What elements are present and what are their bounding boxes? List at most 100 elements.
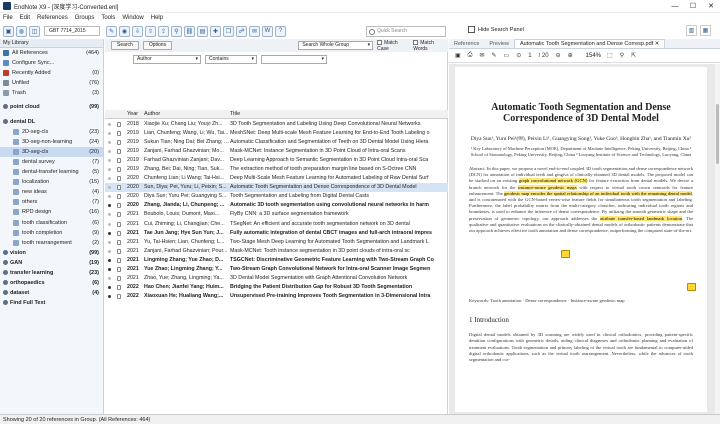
- attachment-column-icon[interactable]: [113, 110, 127, 118]
- word-icon[interactable]: W: [262, 25, 273, 37]
- local-library-icon[interactable]: ▣: [3, 25, 14, 37]
- group-item-0[interactable]: All References (464): [0, 48, 103, 58]
- table-row[interactable]: 2020 Diya Sun; Yuru Pei; Guangying S... To…: [105, 192, 448, 201]
- import-icon[interactable]: ⇧: [145, 25, 156, 37]
- read-status-icon[interactable]: [105, 283, 113, 292]
- read-status-icon[interactable]: [105, 120, 113, 129]
- group-set-20[interactable]: GAN (19): [0, 258, 103, 268]
- close-button[interactable]: ✕: [702, 0, 720, 13]
- group-item-16[interactable]: tooth classification (6): [0, 218, 103, 228]
- group-item-1[interactable]: Configure Sync...: [0, 58, 103, 68]
- read-status-icon[interactable]: [105, 201, 113, 210]
- search-term-input[interactable]: [261, 54, 327, 64]
- table-row[interactable]: 2019 Sukun Tian; Ning Dai; Bei Zhang; F..…: [105, 138, 448, 147]
- tab-pdf[interactable]: Automatic Tooth Segmentation and Dense C…: [513, 39, 666, 48]
- group-set-22[interactable]: orthopaedics (6): [0, 278, 103, 288]
- read-status-icon[interactable]: [105, 220, 113, 229]
- group-set-21[interactable]: transfer learning (23): [0, 268, 103, 278]
- table-row[interactable]: 2019 Farhad Ghazvinian Zanjani; Dav... Dee…: [105, 156, 448, 165]
- group-set-19[interactable]: vision (99): [0, 248, 103, 258]
- online-search-globe-icon[interactable]: ◉: [119, 25, 130, 37]
- table-row[interactable]: 2021 Zhao, Yue; Zhang, Lingming; Ya... 3D …: [105, 274, 448, 283]
- group-set-5[interactable]: point cloud (99): [0, 102, 103, 112]
- export-icon[interactable]: ⇪: [158, 25, 169, 37]
- online-search-icon[interactable]: ◍: [16, 25, 27, 37]
- download-icon[interactable]: ⇩: [132, 25, 143, 37]
- group-item-14[interactable]: others (7): [0, 197, 103, 207]
- read-status-icon[interactable]: [105, 174, 113, 183]
- fit-page-icon[interactable]: ⬚: [607, 52, 613, 59]
- read-status-icon[interactable]: [105, 265, 113, 274]
- match-case-checkbox[interactable]: [377, 39, 383, 45]
- group-item-7[interactable]: 2D-seg-cls (23): [0, 127, 103, 137]
- sticky-note-icon[interactable]: [561, 250, 570, 258]
- table-row[interactable]: 2019 Lian, Chunfeng; Wang, Li; Wu, Tai...…: [105, 129, 448, 138]
- group-item-9[interactable]: 3D-seg-cls (20): [0, 146, 103, 157]
- open-external-icon[interactable]: ⇱: [631, 52, 636, 59]
- table-row[interactable]: 2020 Chunfeng Lian; Li Wang; Tai-Hsi... De…: [105, 174, 448, 183]
- hide-search-panel-button[interactable]: Hide Search Panel: [468, 26, 524, 33]
- layout-split-icon[interactable]: ▦: [700, 25, 711, 36]
- scrollbar-thumb[interactable]: [716, 104, 719, 164]
- search-button[interactable]: Search: [111, 41, 139, 50]
- group-item-11[interactable]: dental-transfer learning (5): [0, 167, 103, 177]
- read-status-icon[interactable]: [105, 192, 113, 201]
- table-row[interactable]: 2020 Zhang, Jianda; Li, Chunpeng; ... Auto…: [105, 201, 448, 210]
- maximize-button[interactable]: ☐: [684, 0, 702, 13]
- operator-select[interactable]: Contains: [205, 54, 257, 64]
- read-status-icon[interactable]: [105, 129, 113, 138]
- read-status-icon[interactable]: [105, 274, 113, 283]
- table-row[interactable]: 2022 Xiaoxuan He; Hualiang Wang;... Unsupe…: [105, 292, 448, 301]
- share-icon[interactable]: ☍: [236, 25, 247, 37]
- zoom-in-icon[interactable]: ⊕: [568, 52, 573, 59]
- group-item-17[interactable]: tooth completion (9): [0, 228, 103, 238]
- sticky-note-icon[interactable]: [687, 283, 696, 291]
- read-status-icon[interactable]: [105, 238, 113, 247]
- page-number[interactable]: 1: [528, 53, 531, 59]
- read-status-icon[interactable]: [105, 147, 113, 156]
- open-file-icon[interactable]: ▤: [197, 25, 208, 37]
- print-icon[interactable]: ⎙: [468, 52, 473, 59]
- prev-page-icon[interactable]: ⊙: [516, 52, 521, 59]
- email-pdf-icon[interactable]: ✉: [479, 52, 484, 59]
- group-item-3[interactable]: Unfiled (76): [0, 78, 103, 88]
- note-icon[interactable]: ▭: [504, 52, 510, 59]
- read-status-icon[interactable]: [105, 256, 113, 265]
- menu-window[interactable]: Window: [122, 15, 143, 21]
- add-group-icon[interactable]: ❐: [223, 25, 234, 37]
- table-row[interactable]: 2020 Sun, Diya; Pei, Yuru; Li, Peixin; S.…: [105, 183, 448, 193]
- read-status-icon[interactable]: [105, 156, 113, 165]
- table-row[interactable]: 2021 Boubolo, Louis; Dumont, Maxi... FlyBy…: [105, 210, 448, 219]
- integrated-library-icon[interactable]: ◫: [29, 25, 40, 37]
- table-row[interactable]: 2021 Tae Jun Jang; Hye Sun Yun; J... Fully…: [105, 229, 448, 238]
- find-icon[interactable]: ⚲: [620, 52, 624, 59]
- tab-preview[interactable]: Preview: [484, 40, 514, 48]
- read-status-icon[interactable]: [105, 138, 113, 147]
- read-status-icon[interactable]: [105, 183, 113, 192]
- group-item-13[interactable]: new ideas (4): [0, 187, 103, 197]
- menu-tools[interactable]: Tools: [101, 15, 115, 21]
- layout-icon[interactable]: ▥: [686, 25, 697, 36]
- menu-groups[interactable]: Groups: [75, 15, 95, 21]
- match-words-checkbox[interactable]: [413, 39, 419, 45]
- tab-reference[interactable]: Reference: [449, 40, 484, 48]
- table-row[interactable]: 2018 Xiaojie Xu; Chang Liu; Youyi Zh... 3D…: [105, 120, 448, 129]
- open-link-icon[interactable]: ⛓: [184, 25, 195, 37]
- group-item-8[interactable]: 3D-seg-non-learning (24): [0, 137, 103, 147]
- field-select[interactable]: Author: [133, 54, 201, 64]
- table-row[interactable]: 2021 Zanjani, Farhad Ghazvinian; Pour... M…: [105, 247, 448, 256]
- output-style-select[interactable]: GBT 7714_2015: [44, 26, 100, 36]
- pdf-scrollbar[interactable]: [715, 64, 720, 414]
- menu-edit[interactable]: Edit: [20, 15, 30, 21]
- group-set-23[interactable]: dataset (4): [0, 288, 103, 298]
- save-pdf-icon[interactable]: ▣: [455, 52, 461, 59]
- group-item-4[interactable]: Trash (3): [0, 88, 103, 98]
- group-set-6[interactable]: dental DL: [0, 117, 103, 127]
- author-column-header[interactable]: Author: [144, 110, 230, 118]
- table-row[interactable]: 2019 Zhang, Bei; Dai, Ning; Tian, Suk... T…: [105, 165, 448, 174]
- new-reference-icon[interactable]: ✚: [210, 25, 221, 37]
- read-status-icon[interactable]: [105, 210, 113, 219]
- pdf-viewer[interactable]: Automatic Tooth Segmentation and Dense C…: [449, 64, 715, 414]
- find-full-text-icon[interactable]: ⚲: [171, 25, 182, 37]
- zoom-level[interactable]: 154%: [586, 53, 601, 59]
